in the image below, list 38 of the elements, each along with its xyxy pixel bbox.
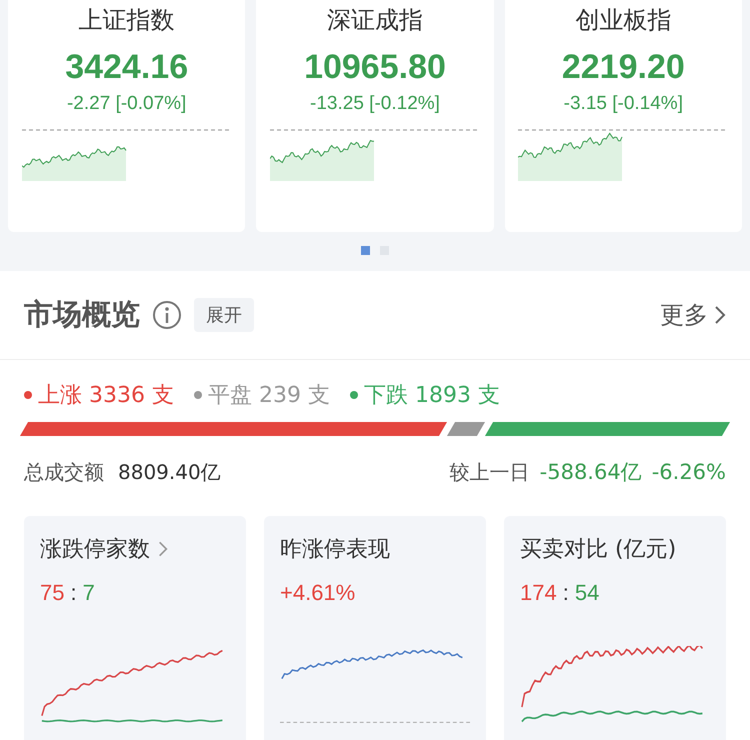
stat-card[interactable]: 买卖对比 (亿元) 174 : 54 — [504, 516, 726, 740]
index-card[interactable]: 上证指数 3424.16 -2.27 [-0.07%] — [8, 0, 246, 232]
index-value: 10965.80 — [304, 48, 446, 87]
index-name: 创业板指 — [575, 5, 672, 36]
card-title: 昨涨停表现 — [280, 536, 390, 564]
index-value: 3424.16 — [65, 48, 188, 87]
breadth-count: 平盘 239 支 — [208, 382, 330, 410]
stat-value: 54 — [574, 580, 600, 606]
index-value: 2219.20 — [562, 48, 685, 87]
index-card[interactable]: 创业板指 2219.20 -3.15 [-0.14%] — [504, 0, 742, 232]
index-name: 深证成指 — [326, 5, 423, 36]
compare-label: 较上一日 — [450, 458, 530, 486]
stat-card[interactable]: 涨跌停家数 75 : 7 — [24, 516, 246, 740]
compare-amount: -588.64亿 — [540, 459, 642, 486]
stat-value: 75 — [40, 580, 64, 606]
breadth-count: 下跌 1893 支 — [364, 382, 500, 410]
card-title: 涨跌停家数 — [40, 536, 150, 564]
compare-percent: -6.26% — [652, 460, 726, 484]
stat-value: 7 — [82, 580, 95, 606]
info-icon[interactable] — [152, 300, 182, 330]
stat-value: 174 — [520, 580, 557, 606]
chevron-icon — [714, 305, 726, 325]
turnover-value: 8809.40亿 — [118, 458, 221, 486]
section-title: 市场概览 — [24, 296, 140, 333]
more-link[interactable]: 更多 — [660, 299, 726, 331]
stat-value: : — [70, 580, 77, 606]
index-change: -2.27 [-0.07%] — [66, 93, 186, 115]
expand-button[interactable]: 展开 — [194, 298, 254, 332]
stat-value: +4.61% — [280, 580, 356, 606]
index-change: -3.15 [-0.14%] — [564, 93, 683, 115]
index-change: -13.25 [-0.12%] — [310, 93, 440, 115]
breadth-count: 上涨 3336 支 — [38, 382, 174, 410]
stat-value: : — [562, 580, 569, 606]
turnover-label: 总成交额 — [24, 458, 104, 486]
index-name: 上证指数 — [78, 5, 175, 36]
stat-card[interactable]: 昨涨停表现 +4.61% — [264, 516, 486, 740]
index-card[interactable]: 深证成指 10965.80 -13.25 [-0.12%] — [256, 0, 494, 232]
card-title: 买卖对比 (亿元) — [520, 536, 676, 564]
